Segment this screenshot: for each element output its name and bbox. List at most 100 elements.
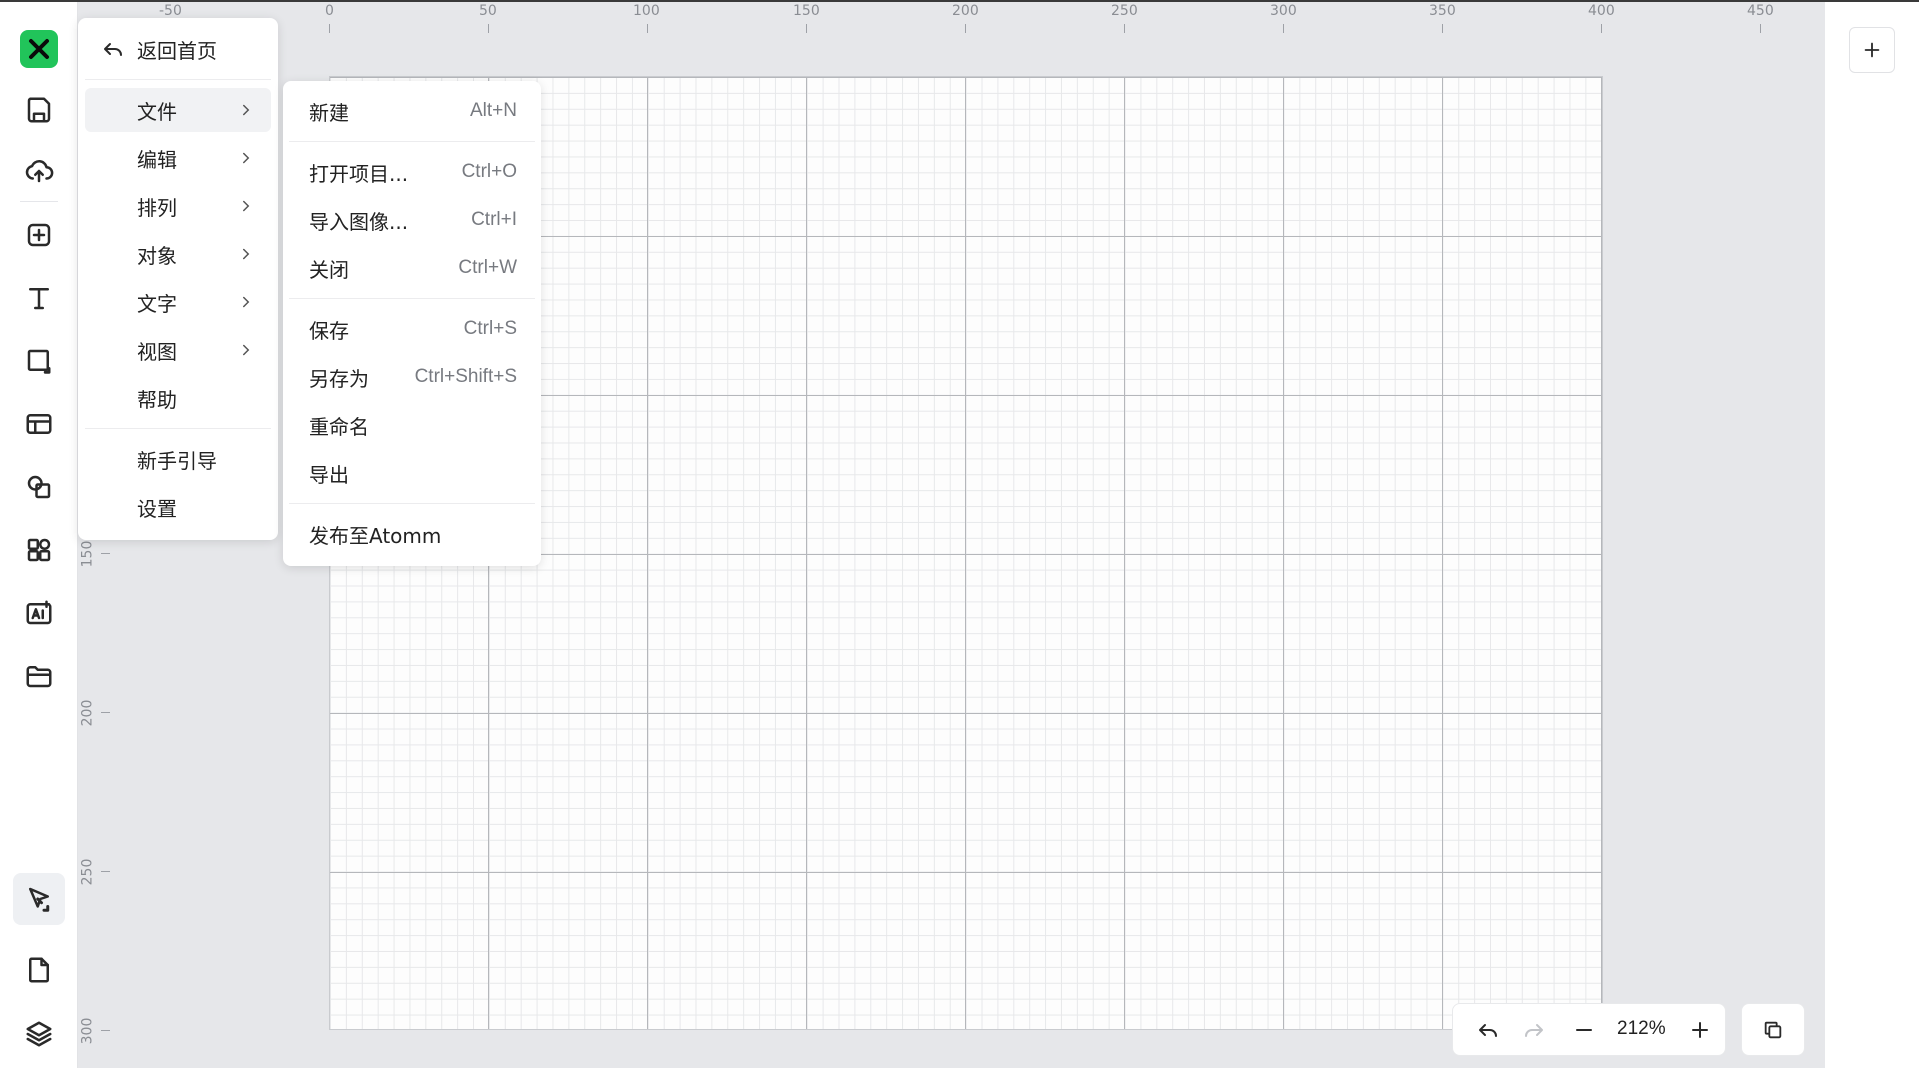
add-box-icon	[27, 223, 51, 247]
menu-item-object[interactable]: 对象	[85, 232, 271, 276]
ruler-tick	[1124, 24, 1125, 33]
menu-item-edit[interactable]: 编辑	[85, 136, 271, 180]
shape-tool[interactable]	[13, 335, 65, 387]
menu-item-label: 对象	[137, 243, 177, 268]
ruler-label: 150	[79, 540, 96, 568]
ai-tool[interactable]	[13, 587, 65, 639]
submenu-item-label: 导出	[309, 462, 349, 487]
ruler-tick	[101, 553, 110, 554]
folder-icon	[26, 666, 52, 688]
layers-tool[interactable]	[13, 1008, 65, 1060]
pen-tool-icon	[29, 887, 50, 912]
redo-button[interactable]	[1521, 1017, 1547, 1043]
add-element-tool[interactable]	[13, 209, 65, 261]
submenu-item-import-image[interactable]: 导入图像... Ctrl+I	[289, 198, 535, 242]
chevron-right-icon	[243, 200, 250, 212]
menu-item-settings[interactable]: 设置	[85, 485, 271, 529]
undo-button[interactable]	[1475, 1017, 1501, 1043]
menu-item-file[interactable]: 文件	[85, 88, 271, 132]
ruler-label: -50	[159, 3, 182, 19]
zoom-controls: 212%	[1452, 1003, 1726, 1056]
ruler-label: 450	[1747, 3, 1774, 19]
shape-icon	[27, 349, 51, 374]
menu-item-arrange[interactable]: 排列	[85, 184, 271, 228]
submenu-item-close[interactable]: 关闭 Ctrl+W	[289, 246, 535, 290]
elements-tool[interactable]	[13, 524, 65, 576]
ruler-label: 250	[1111, 3, 1138, 19]
save-tool[interactable]	[13, 84, 65, 136]
ruler-tick	[1442, 24, 1443, 33]
right-panel	[1825, 2, 1919, 1068]
chevron-right-icon	[243, 152, 250, 164]
submenu-item-label: 发布至Atomm	[309, 523, 442, 548]
ruler-label: 350	[1429, 3, 1456, 19]
menu-item-label: 新手引导	[137, 448, 217, 473]
submenu-item-publish[interactable]: 发布至Atomm	[289, 512, 535, 556]
menu-item-label: 返回首页	[137, 38, 217, 63]
back-to-home-item[interactable]: 返回首页	[85, 27, 271, 71]
cloud-upload-tool[interactable]	[13, 145, 65, 197]
zoom-in-button[interactable]	[1687, 1017, 1713, 1043]
ruler-tick	[806, 24, 807, 33]
ruler-tick	[329, 24, 330, 33]
shortcut-label: Ctrl+I	[471, 209, 517, 230]
submenu-divider	[289, 298, 535, 299]
menu-item-view[interactable]: 视图	[85, 328, 271, 372]
ruler-tick	[1760, 24, 1761, 33]
chevron-right-icon	[243, 248, 250, 260]
menu-item-text[interactable]: 文字	[85, 280, 271, 324]
add-button[interactable]	[1849, 27, 1895, 73]
menu-item-label: 文件	[137, 99, 177, 124]
submenu-item-save-as[interactable]: 另存为 Ctrl+Shift+S	[289, 355, 535, 399]
menu-divider	[85, 428, 271, 429]
submenu-item-new[interactable]: 新建 Alt+N	[289, 89, 535, 133]
zoom-level[interactable]: 212%	[1617, 1018, 1666, 1040]
file-submenu: 新建 Alt+N 打开项目... Ctrl+O 导入图像... Ctrl+I 关…	[283, 81, 541, 566]
app-logo-button[interactable]	[20, 30, 58, 68]
page-tool[interactable]	[13, 944, 65, 996]
shapes-icon	[27, 475, 51, 499]
chevron-right-icon	[243, 344, 250, 356]
zoom-out-button[interactable]	[1571, 1017, 1597, 1043]
pen-tool[interactable]	[13, 873, 65, 925]
submenu-item-open-project[interactable]: 打开项目... Ctrl+O	[289, 150, 535, 194]
plus-icon	[1864, 42, 1880, 58]
ruler-label: 300	[79, 1017, 96, 1045]
shapes-tool[interactable]	[13, 461, 65, 513]
ruler-tick	[647, 24, 648, 33]
toolbar-divider	[20, 201, 58, 202]
submenu-divider	[289, 141, 535, 142]
ruler-tick	[1601, 24, 1602, 33]
folder-tool[interactable]	[13, 650, 65, 702]
submenu-item-export[interactable]: 导出	[289, 451, 535, 495]
text-tool[interactable]	[13, 272, 65, 324]
submenu-item-label: 另存为	[309, 366, 369, 391]
layout-icon	[26, 414, 52, 434]
submenu-divider	[289, 503, 535, 504]
redo-icon	[1525, 1024, 1543, 1037]
submenu-item-label: 打开项目...	[309, 161, 409, 186]
undo-arrow-icon	[104, 43, 122, 56]
menu-item-tutorial[interactable]: 新手引导	[85, 437, 271, 481]
ruler-label: 200	[952, 3, 979, 19]
submenu-item-rename[interactable]: 重命名	[289, 403, 535, 447]
text-icon	[29, 288, 49, 310]
shortcut-label: Ctrl+W	[458, 257, 517, 278]
layout-tool[interactable]	[13, 398, 65, 450]
ruler-label: 200	[79, 699, 96, 727]
shortcut-label: Ctrl+Shift+S	[414, 366, 517, 387]
menu-divider	[85, 79, 271, 80]
elements-icon	[27, 538, 51, 562]
menu-item-label: 排列	[137, 195, 177, 220]
ruler-label: 250	[79, 858, 96, 886]
layers-icon	[26, 1021, 52, 1047]
menu-item-label: 文字	[137, 291, 177, 316]
ruler-label: 400	[1588, 3, 1615, 19]
submenu-item-label: 关闭	[309, 257, 349, 282]
duplicate-button[interactable]	[1741, 1003, 1805, 1056]
plus-icon	[1692, 1022, 1708, 1038]
ruler-label: 150	[793, 3, 820, 19]
menu-item-help[interactable]: 帮助	[85, 376, 271, 420]
submenu-item-save[interactable]: 保存 Ctrl+S	[289, 307, 535, 351]
ruler-tick	[965, 24, 966, 33]
